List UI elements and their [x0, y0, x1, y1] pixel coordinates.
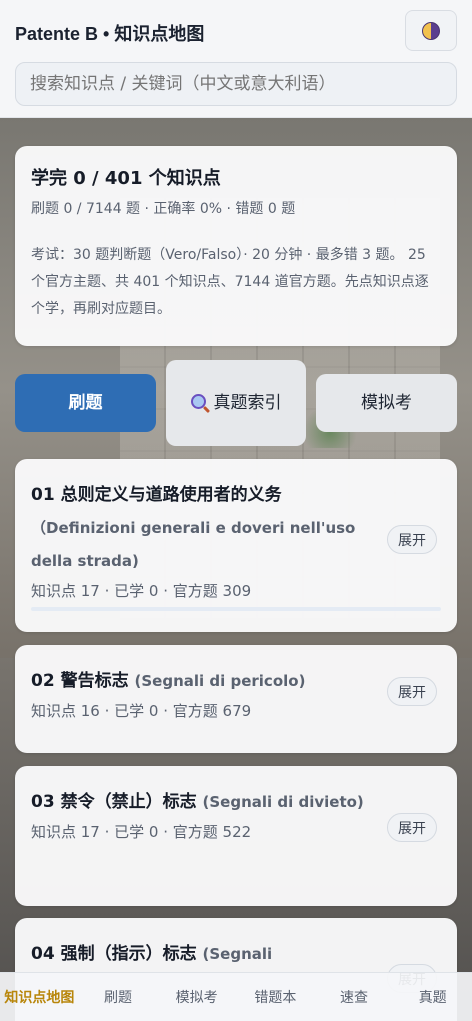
chapter-title-zh: 01 总则定义与道路使用者的义务 [31, 485, 282, 505]
progress-stats: 刷题 0 / 7144 题 · 正确率 0% · 错题 0 题 [31, 201, 296, 217]
chapter-title-zh: 03 禁令（禁止）标志 [31, 792, 197, 812]
question-index-label: 真题索引 [213, 393, 282, 413]
exam-description: 考试：30 题判断题（Vero/Falso）· 20 分钟 · 最多错 3 题。… [31, 247, 429, 317]
nav-item-wrong-answers[interactable]: 错题本 [236, 973, 315, 1021]
app-title: Patente B • 知识点地图 [15, 24, 205, 44]
question-index-button[interactable]: 真题索引 [166, 360, 306, 446]
chapter-title-it: （Definizioni generali e doveri nell'uso … [31, 519, 356, 570]
chapter-title: 03 禁令（禁止）标志 (Segnali di divieto) [31, 786, 371, 819]
chapter-title-it: (Segnali [202, 945, 273, 963]
progress-headline: 学完 0 / 401 个知识点 [31, 168, 221, 189]
nav-item-practice[interactable]: 刷题 [79, 973, 158, 1021]
practice-button[interactable]: 刷题 [15, 374, 156, 432]
theme-toggle-icon [422, 21, 440, 40]
chapter-card-01[interactable]: 01 总则定义与道路使用者的义务 （Definizioni generali e… [15, 459, 457, 632]
chapter-card-03[interactable]: 03 禁令（禁止）标志 (Segnali di divieto) 知识点 17 … [15, 766, 457, 906]
theme-toggle-button[interactable] [405, 10, 457, 51]
chapter-title-it: (Segnali di divieto) [202, 793, 364, 811]
bottom-nav: 知识点地图 刷题 模拟考 错题本 速查 真题 [0, 972, 472, 1021]
nav-item-quick-lookup[interactable]: 速查 [315, 973, 394, 1021]
expand-button[interactable]: 展开 [387, 677, 437, 706]
search-input[interactable] [15, 62, 457, 106]
mock-exam-button[interactable]: 模拟考 [316, 374, 457, 432]
chapter-card-02[interactable]: 02 警告标志 (Segnali di pericolo) 知识点 16 · 已… [15, 645, 457, 753]
expand-button[interactable]: 展开 [387, 813, 437, 842]
chapter-meta: 知识点 16 · 已学 0 · 官方题 679 [31, 702, 252, 720]
chapter-title: 04 强制（指示）标志 (Segnali [31, 938, 371, 971]
chapter-title: 02 警告标志 (Segnali di pericolo) [31, 665, 371, 698]
chapter-meta: 知识点 17 · 已学 0 · 官方题 522 [31, 823, 252, 841]
magnifier-icon [190, 394, 206, 409]
app-header: Patente B • 知识点地图 [0, 0, 472, 118]
chapter-progress-bar [31, 607, 441, 611]
expand-button[interactable]: 展开 [387, 525, 437, 554]
chapter-title-zh: 02 警告标志 [31, 671, 129, 691]
progress-summary-card: 学完 0 / 401 个知识点 刷题 0 / 7144 题 · 正确率 0% ·… [15, 146, 457, 346]
chapter-title: 01 总则定义与道路使用者的义务 （Definizioni generali e… [31, 479, 371, 578]
chapter-title-zh: 04 强制（指示）标志 [31, 944, 197, 964]
nav-item-real-questions[interactable]: 真题 [393, 973, 472, 1021]
nav-item-knowledge-map[interactable]: 知识点地图 [0, 973, 79, 1021]
chapter-title-it: (Segnali di pericolo) [134, 672, 306, 690]
nav-item-mock-exam[interactable]: 模拟考 [157, 973, 236, 1021]
chapter-meta: 知识点 17 · 已学 0 · 官方题 309 [31, 582, 252, 600]
